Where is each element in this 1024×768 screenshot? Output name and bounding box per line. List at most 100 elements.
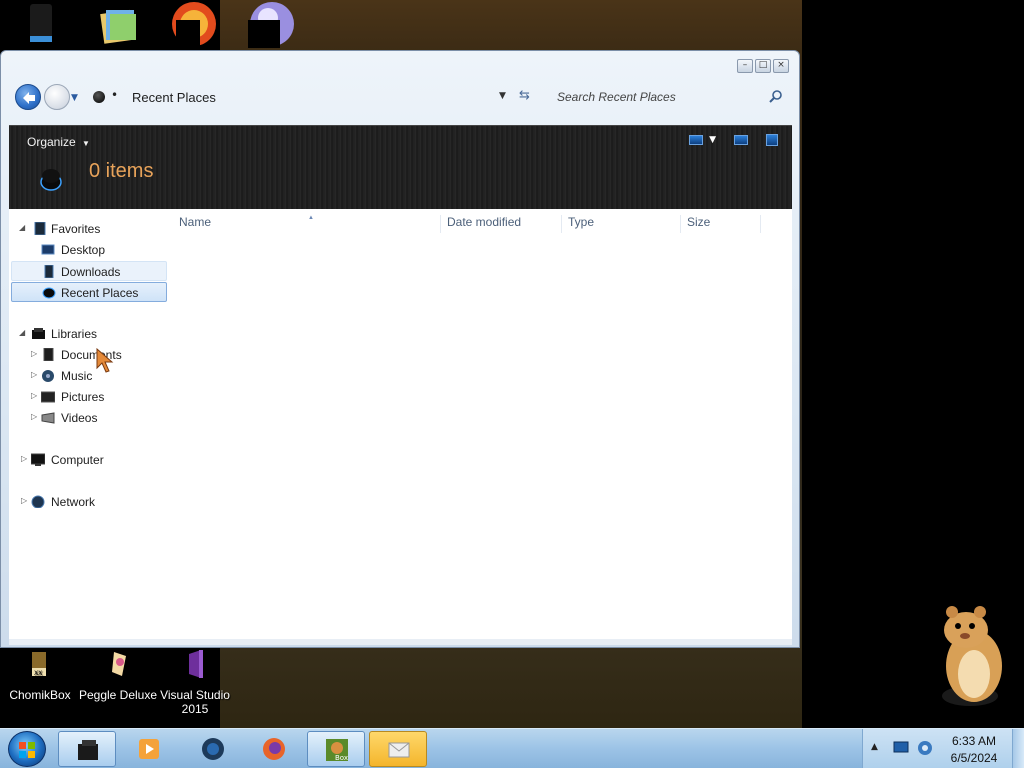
collapse-arrow-icon[interactable]: ◢ [19,223,25,232]
star-icon [34,222,46,235]
column-size-label: Size [687,215,711,229]
expand-arrow-icon[interactable]: ▷ [31,391,37,400]
expand-arrow-icon[interactable]: ▷ [31,412,37,421]
notification-area: ▲ 6:33 AM 6/5/2024 [862,729,1024,768]
column-header-type[interactable]: Type [562,215,681,233]
expand-arrow-icon[interactable]: ▷ [21,454,27,463]
taskbar-box-game[interactable]: Box [307,731,365,767]
nav-downloads-label: Downloads [61,265,121,279]
navigation-pane[interactable]: ◢ Favorites Desktop Downloads Recent Pla… [9,209,171,639]
navigation-bar: ▼ • Recent Places ▼ ⇆ Search Recent Plac… [13,81,789,113]
nav-pictures-label: Pictures [61,390,105,404]
display-icon[interactable] [893,741,909,755]
nav-documents[interactable]: ▷ Documents [11,345,167,365]
close-button[interactable]: × [773,59,789,73]
taskbar-mail[interactable] [369,731,427,767]
nav-favorites[interactable]: ◢ Favorites [11,219,167,239]
organize-menu[interactable]: Organize ▼ [27,135,90,149]
nav-music[interactable]: ▷ Music [11,366,167,386]
minimize-button[interactable]: – [737,59,753,73]
column-type-label: Type [568,215,595,229]
downloads-icon [44,265,54,278]
nav-libraries[interactable]: ◢ Libraries [11,324,167,344]
svg-text:Box: Box [335,754,348,762]
expand-arrow-icon[interactable]: ▷ [21,496,27,505]
view-dropdown-icon[interactable]: ▼ [709,135,716,145]
desktop-icon-label: Peggle Deluxe [78,688,158,702]
nav-recent-places[interactable]: Recent Places [11,282,167,302]
mail-icon [388,742,410,758]
expand-arrow-icon[interactable]: ▷ [31,370,37,379]
videos-icon [41,412,55,424]
show-desktop-button[interactable] [1012,729,1024,768]
clock-date[interactable]: 6/5/2024 [943,751,1005,765]
network-tray-icon[interactable] [917,740,933,756]
refresh-icon[interactable]: ⇆ [519,88,530,103]
column-header-date-modified[interactable]: Date modified [441,215,562,233]
nav-computer[interactable]: ▷ Computer [11,450,167,470]
chevron-down-icon: ▼ [82,139,90,148]
recent-pages-dropdown[interactable]: ▼ [71,93,78,103]
help-icon[interactable] [766,134,778,146]
nav-desktop[interactable]: Desktop [11,240,167,260]
show-hidden-icons-icon[interactable]: ▲ [871,742,878,752]
maximize-button[interactable]: □ [755,59,771,73]
network-icon [31,495,45,508]
taskbar-explorer[interactable] [58,731,116,767]
nav-pictures[interactable]: ▷ Pictures [11,387,167,407]
search-box[interactable]: Search Recent Places [551,84,787,110]
nav-recent-places-label: Recent Places [61,286,139,300]
nav-videos[interactable]: ▷ Videos [11,408,167,428]
desktop-icon-visual-studio[interactable]: Visual Studio 2015 [155,650,235,716]
nav-libraries-label: Libraries [51,327,98,341]
clock-time[interactable]: 6:33 AM [951,734,997,748]
organize-label: Organize [27,135,76,149]
desktop-icon-chomikbox[interactable]: XX ChomikBox [0,650,80,702]
pictures-icon [41,391,55,403]
visual-studio-icon [181,650,209,678]
file-list[interactable]: Name ▲ Date modified Type Size [171,209,792,639]
chomikbox-icon: XX [26,650,54,678]
column-name-label: Name [179,215,212,229]
taskbar-firefox[interactable] [245,731,303,767]
nav-network[interactable]: ▷ Network [11,492,167,512]
amazon-echo-icon[interactable] [18,0,66,48]
change-view-icon[interactable] [689,135,704,145]
collapse-arrow-icon[interactable]: ◢ [19,328,25,337]
folder-icon[interactable] [96,0,144,48]
breadcrumb-recent-places[interactable]: Recent Places [132,90,216,105]
explorer-window[interactable]: – □ × ▼ • Recent Places ▼ ⇆ Search Recen… [0,50,800,648]
details-pane [9,639,792,645]
nav-network-label: Network [51,495,96,509]
caption-buttons: – □ × [737,59,789,73]
taskbar-browser[interactable] [184,731,242,767]
search-icon[interactable] [769,89,783,103]
desktop-icon-label: ChomikBox [9,688,71,702]
address-dropdown-icon[interactable]: ▼ [499,91,506,101]
column-header-name[interactable]: Name ▲ [173,215,441,233]
recent-places-icon [93,91,105,103]
svg-text:XX: XX [34,670,42,677]
hamster-gadget[interactable] [930,600,1010,712]
windows-logo-icon [19,742,35,758]
expand-arrow-icon[interactable]: ▷ [31,349,37,358]
game-icon[interactable] [170,0,218,48]
sphere-icon[interactable] [248,0,296,48]
explorer-icon [78,740,98,760]
breadcrumb-separator[interactable]: • [111,88,118,102]
nav-computer-label: Computer [51,453,104,467]
peggle-icon [104,650,132,678]
address-bar[interactable]: • Recent Places ▼ ⇆ [89,84,537,110]
back-button[interactable] [15,84,41,110]
forward-button[interactable] [44,84,70,110]
computer-icon [31,453,45,466]
taskbar-media-player[interactable] [120,731,178,767]
search-input[interactable]: Search Recent Places [557,90,676,104]
nav-downloads[interactable]: Downloads [11,261,167,281]
column-date-label: Date modified [447,215,522,229]
preview-pane-icon[interactable] [734,135,748,145]
column-header-size[interactable]: Size [681,215,761,233]
desktop-icon-peggle[interactable]: Peggle Deluxe [78,650,158,702]
start-button[interactable] [8,731,46,767]
libraries-icon [32,328,45,339]
